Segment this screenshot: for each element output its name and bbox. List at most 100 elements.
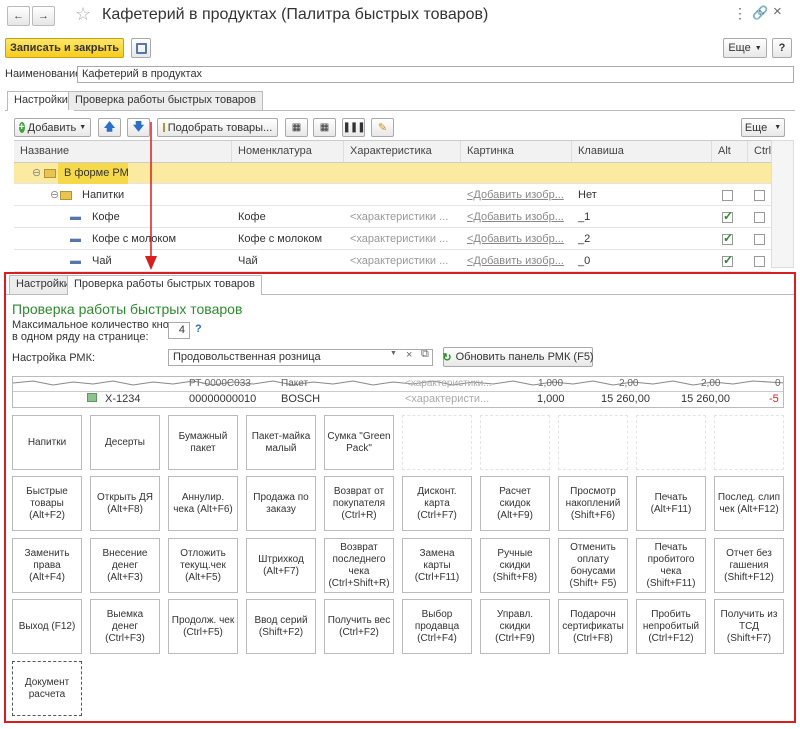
- window-menu-icon[interactable]: ⋮: [733, 5, 751, 22]
- function-button[interactable]: Выемка денег (Ctrl+F3): [90, 599, 160, 654]
- row-picture-link[interactable]: <Добавить изобр...: [461, 207, 572, 228]
- col-name[interactable]: Название: [14, 141, 232, 162]
- max-buttons-input[interactable]: 4: [168, 322, 190, 339]
- goods-button[interactable]: Напитки: [12, 415, 82, 470]
- function-button[interactable]: Расчет скидок (Alt+F9): [480, 476, 550, 531]
- function-button[interactable]: Отложить текущ.чек (Alt+F5): [168, 538, 238, 593]
- add-button[interactable]: + Добавить ▼: [14, 118, 91, 137]
- move-up-button[interactable]: 🡅: [98, 118, 121, 137]
- function-button[interactable]: Аннулир. чека (Alt+F6): [168, 476, 238, 531]
- function-button[interactable]: Документ расчета: [12, 661, 82, 716]
- function-button[interactable]: Получить из ТСД (Shift+F7): [714, 599, 784, 654]
- col-key[interactable]: Клавиша: [572, 141, 712, 162]
- function-button[interactable]: Продолж. чек (Ctrl+F5): [168, 599, 238, 654]
- clear-icon[interactable]: ×: [406, 349, 412, 361]
- function-button[interactable]: Возврат от покупателя (Ctrl+R): [324, 476, 394, 531]
- favorite-star-icon[interactable]: ☆: [75, 4, 91, 25]
- row-ctrl-checkbox[interactable]: [754, 190, 765, 201]
- check-table: РТ-0000С033 Пакет <характеристики... 1,0…: [12, 376, 784, 408]
- table-row[interactable]: ▬ Чай Чай <характеристики ... <Добавить …: [14, 251, 771, 272]
- row-picture-link[interactable]: <Добавить изобр...: [461, 229, 572, 250]
- floppy-icon: [135, 42, 147, 54]
- help-button[interactable]: ?: [772, 38, 792, 58]
- function-button[interactable]: Внесение денег (Alt+F3): [90, 538, 160, 593]
- link-icon[interactable]: 🔗: [752, 5, 768, 21]
- function-button[interactable]: Послед. слип чек (Alt+F12): [714, 476, 784, 531]
- row-alt-checkbox[interactable]: [722, 209, 733, 223]
- col-alt[interactable]: Alt: [712, 141, 748, 162]
- function-button[interactable]: Печать (Alt+F11): [636, 476, 706, 531]
- table-row[interactable]: ⊖ Напитки <Добавить изобр... Нет: [14, 185, 771, 206]
- table-add-icon: ▦: [319, 122, 330, 133]
- barcode-button[interactable]: ❚❚❚: [342, 118, 366, 137]
- col-nomenclature[interactable]: Номенклатура: [232, 141, 344, 162]
- empty-slot: [480, 415, 550, 470]
- function-button[interactable]: Отменить оплату бонусами (Shift+ F5): [558, 538, 628, 593]
- function-button[interactable]: Просмотр накоплений (Shift+F6): [558, 476, 628, 531]
- col-characteristic[interactable]: Характеристика: [344, 141, 461, 162]
- row-picture-link[interactable]: <Добавить изобр...: [461, 251, 572, 272]
- row-picture-link[interactable]: <Добавить изобр...: [461, 185, 572, 206]
- edit-button[interactable]: ✎: [371, 118, 394, 137]
- row-alt-checkbox[interactable]: [722, 253, 733, 267]
- function-button[interactable]: Быстрые товары (Alt+F2): [12, 476, 82, 531]
- row-alt-checkbox[interactable]: [722, 231, 733, 245]
- function-button[interactable]: Заменить права (Alt+F4): [12, 538, 82, 593]
- table-row[interactable]: ▬ Кофе с молоком Кофе с молоком <характе…: [14, 229, 771, 250]
- preview-tab-quick-goods[interactable]: Проверка работы быстрых товаров: [67, 275, 263, 295]
- goods-button[interactable]: Бумажный пакет: [168, 415, 238, 470]
- save-button[interactable]: [131, 38, 151, 58]
- row-ctrl-checkbox[interactable]: [754, 256, 765, 267]
- function-button[interactable]: Выход (F12): [12, 599, 82, 654]
- row-ctrl-checkbox[interactable]: [754, 212, 765, 223]
- refresh-rmk-button[interactable]: ↻ Обновить панель РМК (F5): [442, 347, 594, 367]
- function-button[interactable]: Штрихкод (Alt+F7): [246, 538, 316, 593]
- col-picture[interactable]: Картинка: [461, 141, 572, 162]
- function-button[interactable]: Замена карты (Ctrl+F11): [402, 538, 472, 593]
- preview-heading: Проверка работы быстрых товаров: [12, 301, 243, 317]
- save-close-button[interactable]: Записать и закрыть: [5, 38, 124, 58]
- function-button[interactable]: Продажа по заказу: [246, 476, 316, 531]
- grid-scrollbar[interactable]: [771, 140, 794, 268]
- help-hint-icon[interactable]: ?: [195, 323, 202, 335]
- function-button[interactable]: Возврат последнего чека (Ctrl+Shift+R): [324, 538, 394, 593]
- row-characteristic[interactable]: <характеристики ...: [344, 207, 461, 228]
- function-button[interactable]: Подарочн сертификаты (Ctrl+F8): [558, 599, 628, 654]
- dropdown-arrow-icon[interactable]: ▼: [390, 350, 397, 357]
- function-button[interactable]: Получить вес (Ctrl+F2): [324, 599, 394, 654]
- open-icon[interactable]: ⧉: [421, 348, 429, 361]
- pick-goods-button[interactable]: Подобрать товары...: [157, 118, 278, 137]
- grid-action-1-button[interactable]: ▦: [285, 118, 308, 137]
- tab-quick-goods-check[interactable]: Проверка работы быстрых товаров: [68, 91, 264, 110]
- row-ctrl-checkbox[interactable]: [754, 234, 765, 245]
- row-alt-checkbox[interactable]: [722, 190, 733, 201]
- function-button[interactable]: Ручные скидки (Shift+F8): [480, 538, 550, 593]
- window-title: Кафетерий в продуктах (Палитра быстрых т…: [102, 6, 489, 23]
- col-ctrl[interactable]: Ctrl: [748, 141, 771, 162]
- more-button[interactable]: Еще ▼: [723, 38, 767, 58]
- function-button[interactable]: Дисконт. карта (Ctrl+F7): [402, 476, 472, 531]
- grid-more-button[interactable]: Еще ▼: [741, 118, 785, 137]
- tab-settings[interactable]: Настройки: [7, 91, 75, 111]
- back-button[interactable]: ←: [7, 6, 30, 26]
- row-characteristic[interactable]: <характеристики ...: [344, 229, 461, 250]
- grid-action-2-button[interactable]: ▦: [313, 118, 336, 137]
- goods-button[interactable]: Сумка "Green Pack": [324, 415, 394, 470]
- name-input[interactable]: Кафетерий в продуктах: [77, 66, 794, 83]
- function-button[interactable]: Отчет без гашения (Shift+F12): [714, 538, 784, 593]
- function-button[interactable]: Пробить непробитый (Ctrl+F12): [636, 599, 706, 654]
- table-row[interactable]: ⊖ В форме РМК: [14, 163, 771, 184]
- function-button[interactable]: Печать пробитого чека (Shift+F11): [636, 538, 706, 593]
- function-button[interactable]: Управл. скидки (Ctrl+F9): [480, 599, 550, 654]
- function-button[interactable]: Открыть ДЯ (Alt+F8): [90, 476, 160, 531]
- function-button[interactable]: Ввод серий (Shift+F2): [246, 599, 316, 654]
- row-characteristic[interactable]: <характеристики ...: [344, 251, 461, 272]
- close-icon[interactable]: ×: [773, 3, 782, 20]
- goods-button[interactable]: Пакет-майка малый: [246, 415, 316, 470]
- torn-price: 2,00: [619, 378, 639, 389]
- forward-button[interactable]: →: [32, 6, 55, 26]
- torn-sum: 2,00: [701, 378, 721, 389]
- function-button[interactable]: Выбор продавца (Ctrl+F4): [402, 599, 472, 654]
- goods-button[interactable]: Десерты: [90, 415, 160, 470]
- table-row[interactable]: ▬ Кофе Кофе <характеристики ... <Добавит…: [14, 207, 771, 228]
